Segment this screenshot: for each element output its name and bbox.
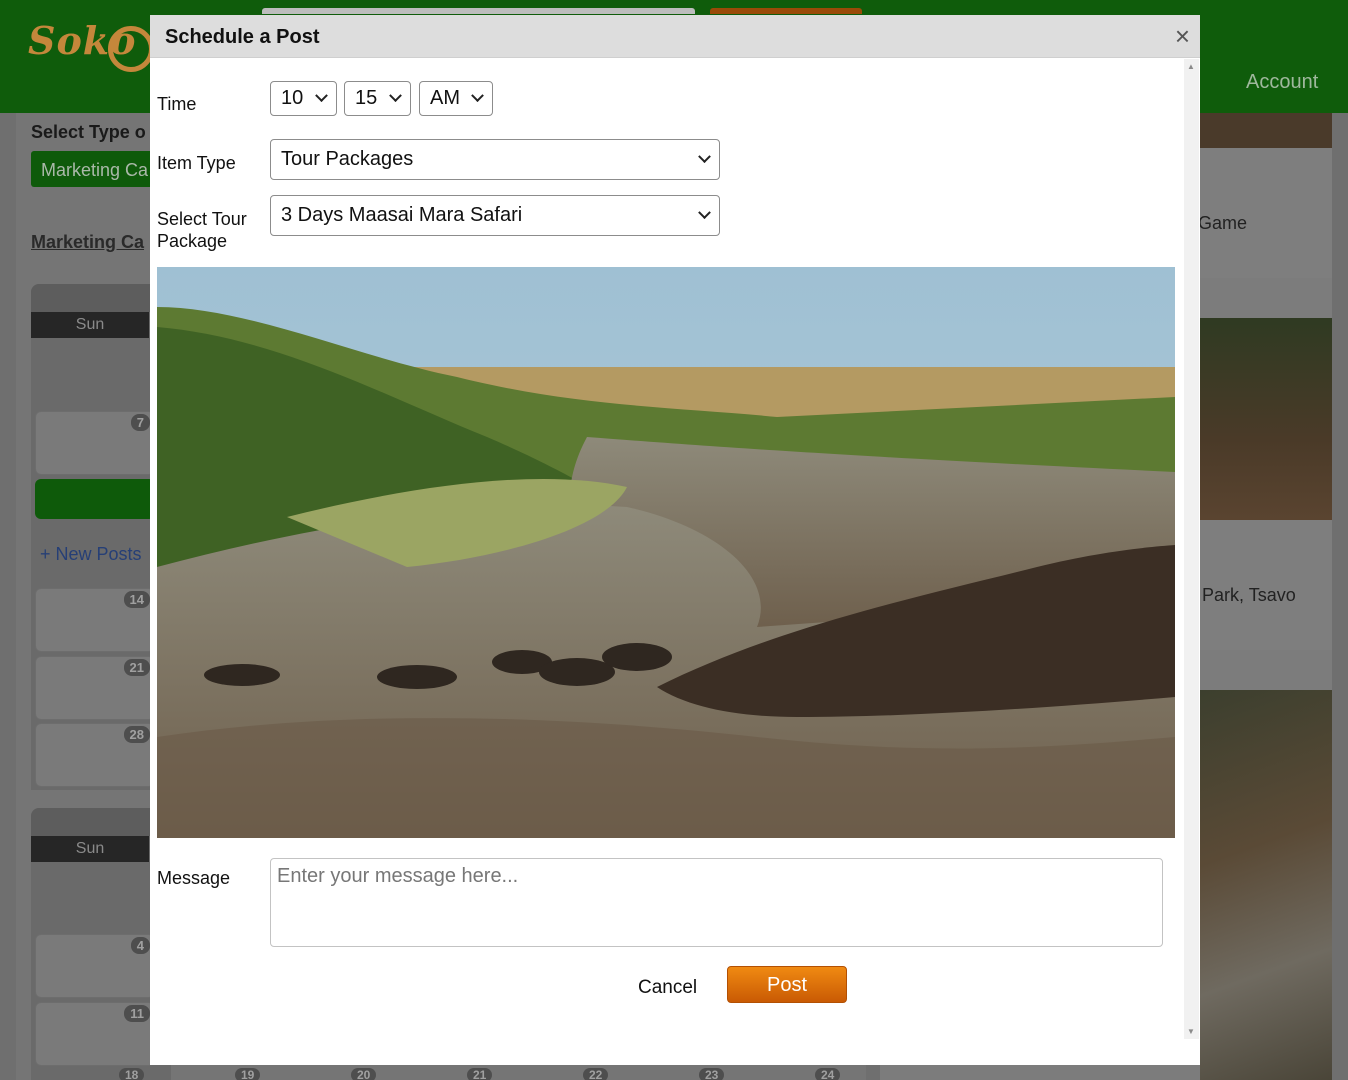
scheduled-post-bar[interactable] [35, 479, 155, 519]
calendar-day[interactable]: 7 [35, 411, 155, 475]
weekday-sun: Sun [31, 312, 149, 338]
calendar-day[interactable]: 14 [35, 588, 155, 652]
chevron-down-icon [389, 89, 402, 103]
new-posts-link[interactable]: + New Posts [40, 544, 142, 565]
time-label: Time [157, 94, 197, 114]
ampm-select[interactable]: AM [419, 81, 493, 116]
minute-select[interactable]: 15 [344, 81, 411, 116]
calendar-day[interactable]: 11 [35, 1002, 155, 1066]
day-number: 14 [123, 591, 150, 608]
day-number: 21 [123, 659, 150, 676]
chevron-down-icon [315, 89, 328, 103]
listing-title[interactable]: Game [1198, 213, 1247, 234]
calendar-day[interactable]: 21 [35, 656, 155, 720]
cancel-button[interactable]: Cancel [638, 977, 697, 999]
modal-title: Schedule a Post [165, 26, 320, 48]
listing-title[interactable]: Park, Tsavo [1202, 585, 1296, 606]
account-link[interactable]: Account [1246, 71, 1318, 94]
logo-magnifier-icon [108, 26, 154, 72]
chevron-down-icon [698, 206, 711, 220]
item-type-value: Tour Packages [281, 148, 414, 170]
chevron-down-icon [698, 150, 711, 164]
day-number: 18 [119, 1068, 145, 1080]
listing-image[interactable] [1200, 690, 1332, 1080]
tour-package-select[interactable]: 3 Days Maasai Mara Safari [270, 195, 720, 236]
day-number: 11 [124, 1005, 150, 1022]
message-input[interactable] [270, 858, 1163, 947]
safari-photo-icon [157, 267, 1175, 838]
day-number: 4 [130, 937, 150, 954]
item-type-select[interactable]: Tour Packages [270, 139, 720, 180]
close-icon[interactable]: × [1175, 21, 1190, 51]
search-button[interactable] [710, 8, 862, 14]
minute-value: 15 [355, 87, 378, 109]
day-number: 22 [583, 1068, 609, 1080]
modal-header: Schedule a Post × [150, 15, 1200, 58]
calendar-bottom-row: 18 19 20 21 22 23 24 [31, 1068, 851, 1080]
item-type-label: Item Type [157, 153, 236, 173]
listing-image[interactable] [1200, 113, 1332, 148]
day-number: 28 [123, 726, 150, 743]
hour-value: 10 [281, 87, 304, 109]
search-input[interactable] [262, 8, 695, 14]
day-number: 7 [130, 414, 150, 431]
day-number: 24 [815, 1068, 841, 1080]
ampm-value: AM [430, 87, 460, 109]
tour-package-label: Select Tour Package [157, 209, 247, 251]
day-number: 19 [235, 1068, 261, 1080]
tour-package-image [157, 267, 1175, 838]
message-label: Message [157, 868, 231, 888]
scroll-up-icon[interactable]: ▲ [1187, 62, 1195, 71]
tour-package-value: 3 Days Maasai Mara Safari [281, 204, 523, 226]
schedule-post-modal: Schedule a Post × Time 10 15 AM Item Typ… [150, 15, 1200, 1065]
modal-scrollbar[interactable]: ▲ ▼ [1184, 59, 1199, 1039]
post-button[interactable]: Post [727, 966, 847, 1003]
chevron-down-icon [471, 89, 484, 103]
weekday-sun: Sun [31, 836, 149, 862]
day-number: 20 [351, 1068, 377, 1080]
scroll-down-icon[interactable]: ▼ [1187, 1027, 1195, 1036]
day-number: 23 [699, 1068, 725, 1080]
listing-image[interactable] [1200, 318, 1332, 520]
calendar-day[interactable]: 4 [35, 934, 155, 998]
select-type-label: Select Type o [31, 122, 146, 142]
day-number: 21 [467, 1068, 493, 1080]
marketing-calendar-link[interactable]: Marketing Ca [31, 232, 144, 253]
calendar-day[interactable]: 28 [35, 723, 155, 787]
hour-select[interactable]: 10 [270, 81, 337, 116]
